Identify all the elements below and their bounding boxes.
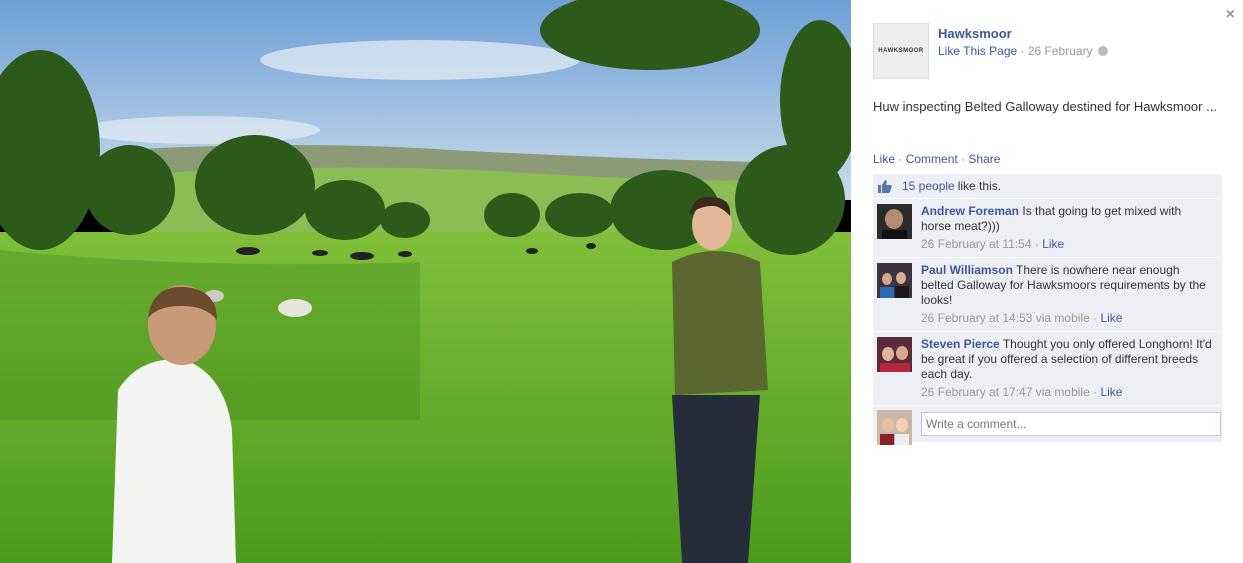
commenter-avatar[interactable] [877, 204, 912, 239]
write-comment-input[interactable] [921, 412, 1221, 436]
write-comment-row [873, 406, 1222, 445]
page-name-link[interactable]: Hawksmoor [938, 26, 1012, 41]
thumbs-up-icon [878, 179, 892, 193]
comment-text-block: Andrew Foreman Is that going to get mixe… [921, 204, 1214, 234]
post-panel: × HAWKSMOOR Hawksmoor Like This Page · 2… [851, 0, 1243, 563]
feedback-box: 15 people like this. Andrew Foreman Is t… [873, 174, 1222, 445]
comment-like-link[interactable]: Like [1100, 311, 1122, 325]
commenter-avatar[interactable] [877, 337, 912, 372]
comment-author-link[interactable]: Andrew Foreman [921, 204, 1019, 218]
comment-item: Steven Pierce Thought you only offered L… [873, 332, 1222, 405]
comment-like-link[interactable]: Like [1042, 237, 1064, 251]
comment-item: Andrew Foreman Is that going to get mixe… [873, 199, 1222, 257]
globe-icon [1097, 46, 1108, 56]
like-link[interactable]: Like [873, 152, 895, 166]
post-photo[interactable] [0, 0, 851, 563]
comment-via: via mobile [1035, 385, 1090, 399]
meta-separator: · [1020, 44, 1025, 58]
commenter-avatar[interactable] [877, 263, 912, 298]
comment-meta: 26 February at 14:53 via mobile · Like [921, 311, 1123, 325]
post-meta: Like This Page · 26 February [938, 44, 1108, 58]
action-separator: · [961, 152, 966, 166]
likes-count-link[interactable]: 15 people [902, 179, 955, 193]
comment-author-link[interactable]: Steven Pierce [921, 337, 1000, 351]
post-date[interactable]: 26 February [1028, 44, 1093, 58]
photo-landscape [0, 0, 851, 563]
comment-author-link[interactable]: Paul Williamson [921, 263, 1013, 277]
action-separator: · [898, 152, 903, 166]
comment-meta: 26 February at 11:54 · Like [921, 237, 1065, 251]
likes-suffix: like this. [957, 179, 1002, 193]
comment-link[interactable]: Comment [906, 152, 958, 166]
share-link[interactable]: Share [968, 152, 1000, 166]
page-logo-text: HAWKSMOOR [878, 48, 924, 54]
comment-text-block: Paul Williamson There is nowhere near en… [921, 263, 1214, 308]
comment-item: Paul Williamson There is nowhere near en… [873, 258, 1222, 331]
post-actions: Like · Comment · Share [873, 152, 1000, 166]
close-icon[interactable]: × [1226, 6, 1235, 24]
comment-via: via mobile [1035, 311, 1090, 325]
like-page-link[interactable]: Like This Page [938, 44, 1017, 58]
comment-meta: 26 February at 17:47 via mobile · Like [921, 385, 1123, 399]
post-caption: Huw inspecting Belted Galloway destined … [873, 99, 1217, 114]
page-avatar[interactable]: HAWKSMOOR [873, 23, 929, 79]
comment-time[interactable]: 26 February at 14:53 [921, 311, 1032, 325]
current-user-avatar [877, 410, 912, 445]
comment-time[interactable]: 26 February at 11:54 [921, 237, 1032, 251]
likes-summary: 15 people like this. [873, 174, 1222, 198]
comment-like-link[interactable]: Like [1100, 385, 1122, 399]
comment-time[interactable]: 26 February at 17:47 [921, 385, 1032, 399]
comment-text-block: Steven Pierce Thought you only offered L… [921, 337, 1214, 382]
